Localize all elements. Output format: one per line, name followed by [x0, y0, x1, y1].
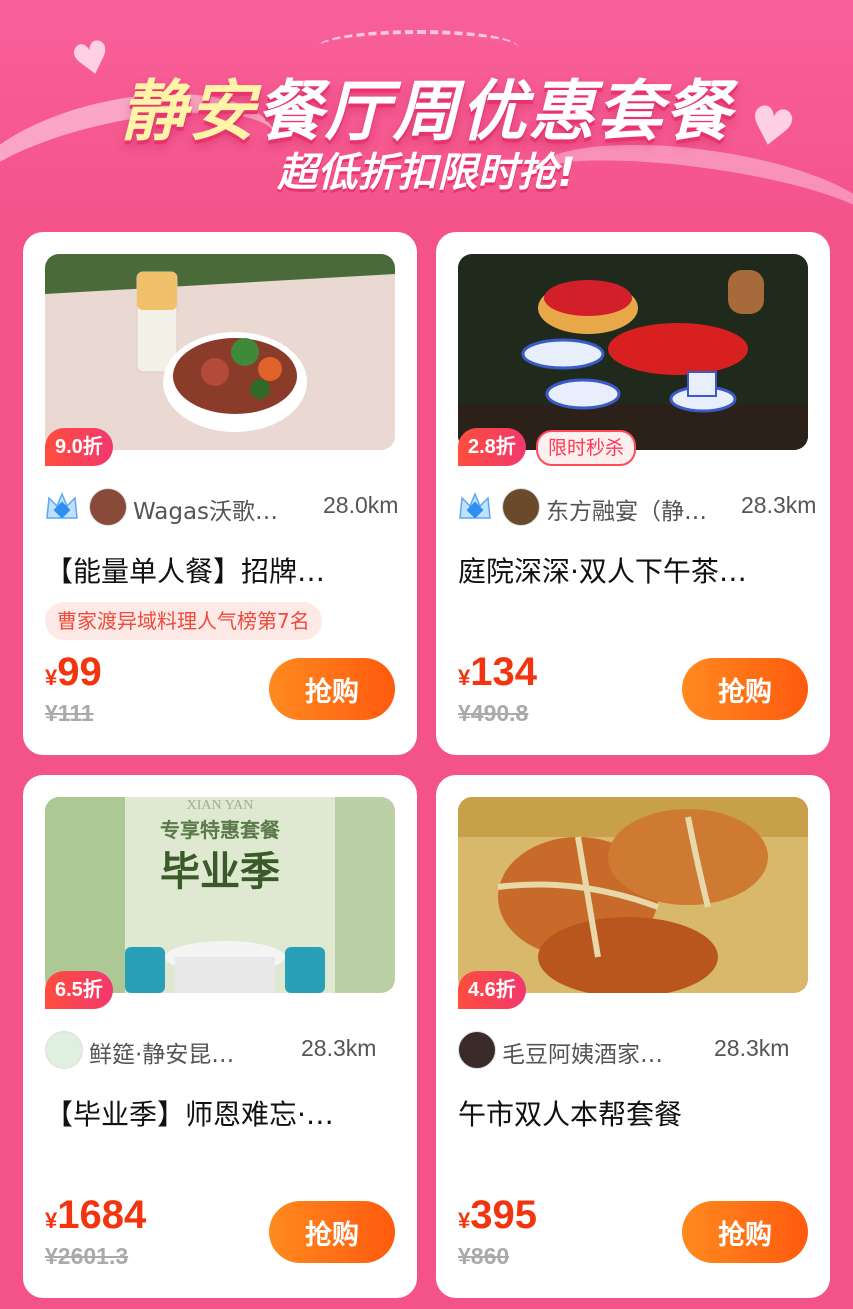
- product-title: 庭院深深·双人下午茶…: [458, 555, 747, 588]
- deal-photo: [45, 254, 395, 450]
- deal-card[interactable]: 2.8折 限时秒杀 东方融宴（静… 28.3km 庭院深深·双人下午茶… ¥13…: [436, 232, 830, 755]
- deal-price: ¥1684: [45, 1193, 146, 1238]
- original-price: ¥490.8: [458, 700, 529, 726]
- distance: 28.3km: [714, 1035, 790, 1061]
- shop-name: 鲜筵·静安昆…: [89, 1042, 235, 1068]
- product-title: 【毕业季】师恩难忘·…: [45, 1098, 334, 1131]
- product-title: 午市双人本帮套餐: [458, 1098, 683, 1131]
- currency-symbol: ¥: [45, 1208, 58, 1233]
- price-value: 134: [470, 650, 537, 694]
- buy-button[interactable]: 抢购: [269, 658, 395, 720]
- distance: 28.3km: [741, 492, 817, 518]
- avatar: [502, 488, 540, 526]
- currency-symbol: ¥: [45, 665, 58, 690]
- deal-price: ¥99: [45, 650, 102, 695]
- shop-row[interactable]: Wagas沃歌… 28.0km: [45, 488, 417, 528]
- deal-price: ¥395: [458, 1193, 537, 1238]
- page-subtitle: 超低折扣限时抢!: [277, 150, 576, 196]
- price-value: 1684: [57, 1193, 147, 1237]
- currency-symbol: ¥: [458, 1208, 471, 1233]
- deal-price: ¥134: [458, 650, 537, 695]
- currency-symbol: ¥: [458, 665, 471, 690]
- discount-badge: 4.6折: [458, 971, 526, 1009]
- discount-badge: 2.8折: [458, 428, 526, 466]
- shop-row[interactable]: 东方融宴（静… 28.3km: [458, 488, 830, 528]
- crown-icon: [46, 492, 78, 519]
- photo-headline: 毕业季: [160, 849, 280, 895]
- deal-card[interactable]: 4.6折 毛豆阿姨酒家… 28.3km 午市双人本帮套餐 ¥395 ¥860 抢…: [436, 775, 830, 1298]
- distance: 28.0km: [323, 492, 399, 518]
- title-highlight: 静安: [120, 73, 257, 150]
- shop-row[interactable]: 毛豆阿姨酒家… 28.3km: [458, 1031, 830, 1071]
- avatar: [89, 488, 127, 526]
- discount-badge: 6.5折: [45, 971, 113, 1009]
- title-rest: 餐厅周优惠套餐: [256, 73, 733, 150]
- buy-button[interactable]: 抢购: [682, 1201, 808, 1263]
- flash-sale-badge: 限时秒杀: [536, 430, 637, 466]
- promo-header: ♥ ♥ 静安餐厅周优惠套餐 超低折扣限时抢!: [0, 0, 853, 225]
- shop-name: 毛豆阿姨酒家…: [502, 1042, 663, 1068]
- price-value: 99: [57, 650, 102, 694]
- price-value: 395: [470, 1193, 537, 1237]
- avatar: [458, 1031, 496, 1069]
- shop-row[interactable]: 鲜筵·静安昆… 28.3km: [45, 1031, 417, 1071]
- shop-name: 东方融宴（静…: [546, 499, 707, 525]
- original-price: ¥2601.3: [45, 1243, 129, 1269]
- photo-brand-text: XIAN YAN: [187, 798, 254, 813]
- buy-button[interactable]: 抢购: [682, 658, 808, 720]
- crown-icon: [459, 492, 491, 519]
- buy-button[interactable]: 抢购: [269, 1201, 395, 1263]
- distance: 28.3km: [301, 1035, 377, 1061]
- photo-caption: 专享特惠套餐: [160, 818, 281, 842]
- avatar: [45, 1031, 83, 1069]
- discount-badge: 9.0折: [45, 428, 113, 466]
- deal-photo: [458, 797, 808, 993]
- product-title: 【能量单人餐】招牌…: [45, 555, 326, 588]
- deal-card[interactable]: XIAN YAN 专享特惠套餐 毕业季 6.5折 鲜筵·静安昆… 28.3km …: [23, 775, 417, 1298]
- shop-name: Wagas沃歌…: [133, 499, 279, 525]
- original-price: ¥860: [458, 1243, 510, 1269]
- deal-photo: XIAN YAN 专享特惠套餐 毕业季: [45, 797, 395, 993]
- deal-photo: [458, 254, 808, 450]
- original-price: ¥111: [45, 700, 94, 726]
- deal-card[interactable]: 9.0折 Wagas沃歌… 28.0km 【能量单人餐】招牌… 曹家渡异域料理人…: [23, 232, 417, 755]
- ranking-tag: 曹家渡异域料理人气榜第7名: [45, 602, 322, 640]
